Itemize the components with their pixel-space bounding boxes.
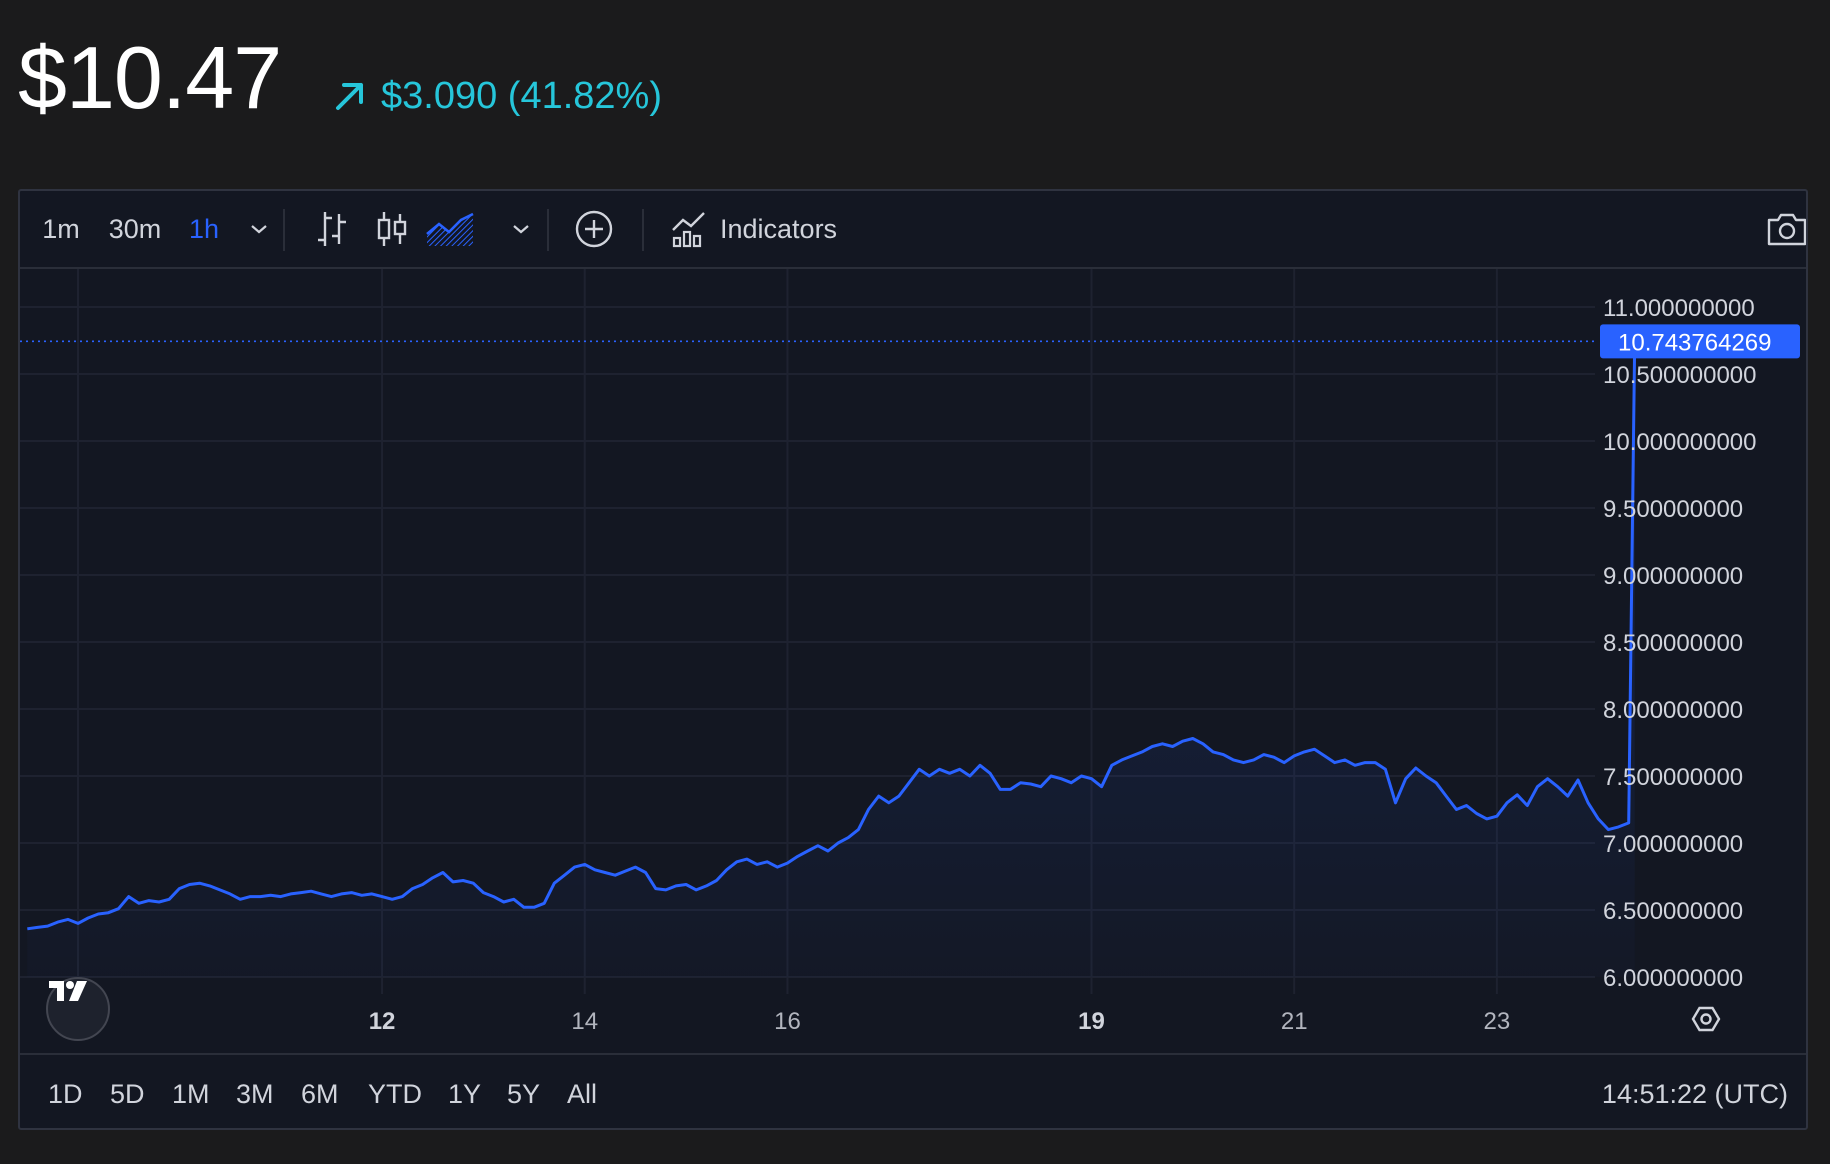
y-tick-label: 11.000000000 (1603, 295, 1755, 322)
utc-clock: 14:51:22 (UTC) (1601, 1079, 1788, 1109)
range-1d[interactable]: 1D (48, 1079, 83, 1110)
y-tick-label: 7.000000000 (1603, 831, 1743, 858)
candlestick-button[interactable] (370, 209, 414, 249)
hexagon-settings-icon[interactable] (1691, 1006, 1721, 1032)
x-tick-label: 12 (369, 1008, 396, 1035)
x-tick-label: 23 (1484, 1008, 1511, 1035)
indicators-icon (672, 212, 705, 248)
y-tick-label: 6.000000000 (1603, 965, 1743, 992)
toolbar-divider (547, 209, 549, 251)
y-tick-label: 9.000000000 (1603, 563, 1743, 590)
interval-1h[interactable]: 1h (182, 209, 226, 249)
area-chart-icon (426, 212, 474, 246)
y-tick-label: 10.000000000 (1603, 429, 1757, 456)
toolbar-divider (283, 209, 285, 251)
y-tick-label: 8.000000000 (1603, 697, 1743, 724)
range-1y[interactable]: 1Y (448, 1079, 481, 1110)
interval-1m[interactable]: 1m (36, 209, 86, 249)
plus-circle-icon (575, 210, 613, 248)
price-chart[interactable]: 11.000000000 10.500000000 10.000000000 9.50… (20, 269, 1806, 1054)
indicators-button[interactable]: Indicators (670, 209, 870, 249)
range-6m[interactable]: 6M (301, 1079, 339, 1110)
chart-footer: 1D 5D 1M 3M 6M YTD 1Y 5Y All 14:51:22 (U… (20, 1053, 1806, 1128)
range-5d[interactable]: 5D (110, 1079, 145, 1110)
price-change-value: $3.090 (41.82%) (381, 75, 662, 117)
chevron-down-icon (251, 225, 267, 234)
compare-button[interactable] (572, 209, 616, 249)
x-tick-label: 16 (774, 1008, 801, 1035)
range-3m[interactable]: 3M (236, 1079, 274, 1110)
price-chart-svg[interactable]: 11.000000000 10.500000000 10.000000000 9.50… (20, 269, 1808, 1054)
y-tick-label: 6.500000000 (1603, 898, 1743, 925)
indicators-label: Indicators (720, 213, 838, 244)
x-tick-label: 19 (1078, 1008, 1105, 1035)
current-price: $10.47 (18, 28, 282, 127)
y-tick-label: 10.500000000 (1603, 362, 1757, 389)
toolbar-divider (642, 209, 644, 251)
chart-toolbar: 1m 30m 1h Indicators (20, 191, 1806, 269)
tradingview-logo-icon (49, 981, 87, 1001)
x-tick-label: 21 (1281, 1008, 1308, 1035)
screenshot-button[interactable] (1764, 209, 1806, 249)
tradingview-logo[interactable] (46, 977, 110, 1041)
candlestick-icon (377, 212, 407, 246)
chevron-down-icon (513, 225, 529, 234)
price-change: $3.090 (41.82%) (333, 72, 662, 120)
settings-hexagon-center (1700, 1013, 1712, 1025)
y-tick-label: 7.500000000 (1603, 764, 1743, 791)
arrow-up-right-icon (336, 83, 363, 110)
bar-chart-button[interactable] (310, 209, 354, 249)
y-tick-label: 8.500000000 (1603, 630, 1743, 657)
camera-icon (1767, 213, 1806, 246)
area-chart-button[interactable] (422, 209, 478, 249)
last-price-label: 10.743764269 (1618, 329, 1772, 356)
range-ytd[interactable]: YTD (368, 1079, 422, 1110)
settings-hexagon (1691, 1006, 1721, 1032)
range-1m[interactable]: 1M (172, 1079, 210, 1110)
bar-chart-icon (318, 212, 346, 246)
x-tick-label: 14 (571, 1008, 598, 1035)
range-5y[interactable]: 5Y (507, 1079, 540, 1110)
y-tick-label: 9.500000000 (1603, 496, 1743, 523)
interval-dropdown[interactable] (244, 209, 274, 249)
range-all[interactable]: All (567, 1079, 597, 1110)
series-area (27, 341, 1635, 977)
chart-widget: 1m 30m 1h Indicators 11.000000000 10.500… (18, 189, 1808, 1130)
interval-30m[interactable]: 30m (100, 209, 170, 249)
chart-style-dropdown[interactable] (506, 209, 536, 249)
